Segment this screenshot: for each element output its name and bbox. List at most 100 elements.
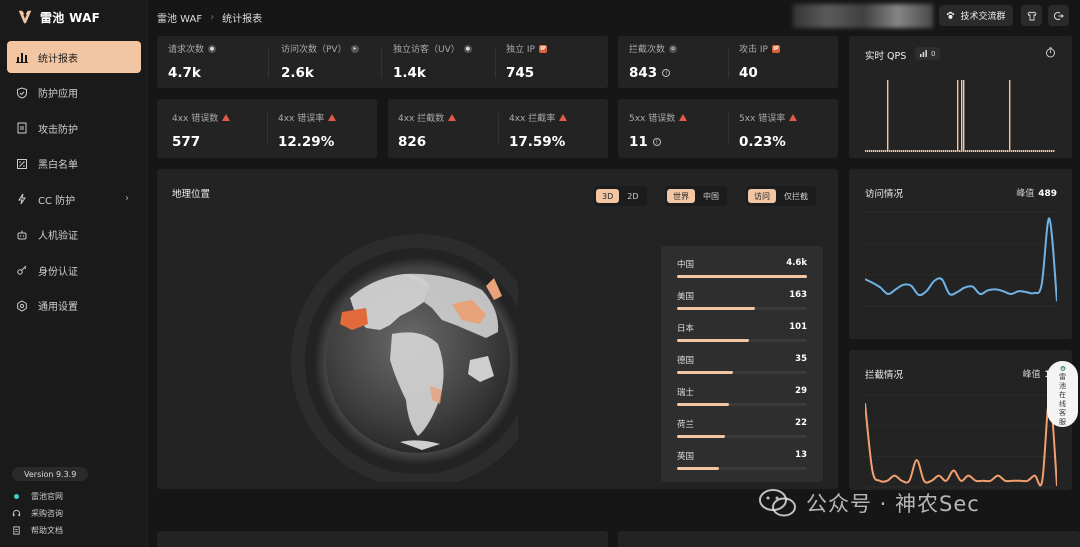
peak-label: 峰值 [1022, 370, 1041, 380]
stat-label: 4xx 错误数 [172, 114, 219, 124]
scope-china-option[interactable]: 中国 [697, 189, 725, 203]
view-3d-option[interactable]: 3D [596, 189, 620, 203]
official-site-link[interactable]: 雷池官网 [12, 488, 63, 505]
breadcrumb-root[interactable]: 雷池 WAF [157, 10, 202, 25]
traffic-stats-card: 请求次数 ● 4.7k 访问次数（PV） ➤ 2.6k 独立访客（UV） ● 1.4k… [157, 36, 608, 88]
safeline-logo-icon [18, 10, 32, 24]
sidebar-item-label: CC 防护 [38, 195, 76, 207]
scope-world-option[interactable]: 世界 [667, 189, 695, 203]
sidebar-item-blacklist-whitelist[interactable]: 黑白名单 [7, 148, 141, 180]
logout-button[interactable] [1048, 5, 1069, 26]
help-docs-link[interactable]: 帮助文档 [12, 522, 63, 539]
community-group-button[interactable]: 技术交流群 [939, 5, 1013, 26]
sidebar-item-protected-apps[interactable]: 防护应用 [7, 77, 141, 109]
sidebar-item-authentication[interactable]: 身份认证 [7, 254, 141, 286]
qps-bar [901, 150, 903, 152]
sidebar-item-captcha[interactable]: 人机验证 [7, 219, 141, 251]
qps-bar [1041, 150, 1043, 152]
visits-peak: 峰值 489 [1016, 186, 1057, 199]
warning-icon [559, 114, 568, 121]
stat-label: 4xx 错误率 [278, 114, 325, 124]
count-bar [677, 435, 726, 438]
sidebar-item-general-settings[interactable]: 通用设置 [7, 290, 141, 322]
view-2d-option[interactable]: 2D [621, 189, 644, 203]
qps-bar [933, 150, 935, 152]
breadcrumb-separator-icon: › [210, 12, 215, 23]
count-bar [677, 371, 733, 374]
bottom-right-card [618, 531, 1080, 547]
qps-bar [955, 150, 957, 152]
qps-bar [925, 150, 927, 152]
waf-dashboard: 雷池 WAF 统计报表 防护应用 攻击防护 黑白名单 CC 防护 › 人机验证 … [0, 0, 1080, 547]
qps-bar [989, 150, 991, 152]
qps-bar [991, 150, 993, 152]
qps-bar [887, 80, 889, 152]
status-dot-icon [14, 494, 19, 499]
stat-value: 11 [629, 134, 648, 150]
timer-icon[interactable] [1045, 47, 1056, 58]
ip-badge: IP [771, 44, 780, 53]
breadcrumb: 雷池 WAF › 统计报表 [157, 10, 262, 25]
scope-toggle: 世界 中国 [665, 186, 727, 206]
qps-bar [907, 150, 909, 152]
key-icon [16, 264, 28, 276]
stat-uv: 独立访客（UV） ● 1.4k [393, 42, 472, 81]
qps-bar [1035, 150, 1037, 152]
headset-icon [12, 509, 21, 517]
stat-value: 12.29% [278, 134, 335, 150]
sidebar-item-label: 攻击防护 [38, 124, 78, 136]
user-icon: ● [208, 44, 217, 53]
divider [495, 48, 496, 78]
theme-button[interactable] [1021, 5, 1042, 26]
info-icon[interactable]: ! [662, 69, 671, 77]
qps-bar [931, 150, 933, 152]
info-icon[interactable]: ! [652, 138, 661, 146]
wechat-icon [759, 489, 796, 517]
qps-bar [927, 150, 929, 152]
type-visit-option[interactable]: 访问 [748, 189, 776, 203]
ip-badge: IP [538, 44, 547, 53]
globe-map[interactable] [272, 220, 518, 482]
stat-label: 4xx 拦截率 [509, 114, 556, 124]
view-mode-toggle: 3D 2D [594, 186, 647, 206]
qps-bar [919, 150, 921, 152]
qps-bar [1049, 150, 1051, 152]
country-count: 163 [789, 290, 807, 300]
qps-bar [993, 150, 995, 152]
divider [267, 113, 268, 145]
qps-bar [873, 150, 875, 152]
qps-bar [957, 80, 959, 152]
qps-bar [1029, 150, 1031, 152]
sidebar-item-cc-protection[interactable]: CC 防护 › [7, 183, 141, 215]
country-name: 荷兰 [677, 420, 695, 430]
sidebar-item-attack-protection[interactable]: 攻击防护 [7, 112, 141, 144]
qps-bar [1021, 150, 1023, 152]
qps-bar [875, 150, 877, 152]
stat-unique-ip: 独立 IP IP 745 [506, 42, 547, 81]
purchase-consult-link[interactable]: 采购咨询 [12, 505, 63, 522]
country-name: 德国 [677, 356, 695, 366]
online-support-widget[interactable]: 雷池在线客服 [1047, 361, 1078, 427]
type-toggle: 访问 仅拦截 [746, 186, 816, 206]
divider [728, 113, 729, 145]
country-name: 英国 [677, 452, 695, 462]
shield-icon [16, 86, 28, 99]
4xx-error-card: 4xx 错误数 577 4xx 错误率 12.29% [157, 99, 377, 158]
blurred-region [793, 4, 933, 28]
stat-5xx-errors: 5xx 错误数 11! [629, 111, 688, 150]
qps-bar [987, 150, 989, 152]
sidebar-item-label: 身份认证 [38, 266, 78, 278]
stat-value: 40 [739, 65, 758, 81]
blocks-card: 拦截情况 峰值17 [849, 350, 1072, 490]
type-block-only-option[interactable]: 仅拦截 [778, 189, 814, 203]
sidebar-item-statistics[interactable]: 统计报表 [7, 41, 141, 73]
watermark: 公众号 · 神农Sec [758, 488, 980, 518]
sidebar-item-label: 统计报表 [38, 53, 78, 65]
country-count: 29 [795, 386, 807, 396]
logo[interactable]: 雷池 WAF [16, 7, 100, 27]
qps-bar [995, 150, 997, 152]
blocks-line-chart [865, 394, 1057, 488]
qps-bar [967, 150, 969, 152]
warning-icon [448, 114, 457, 121]
qps-bar [913, 150, 915, 152]
